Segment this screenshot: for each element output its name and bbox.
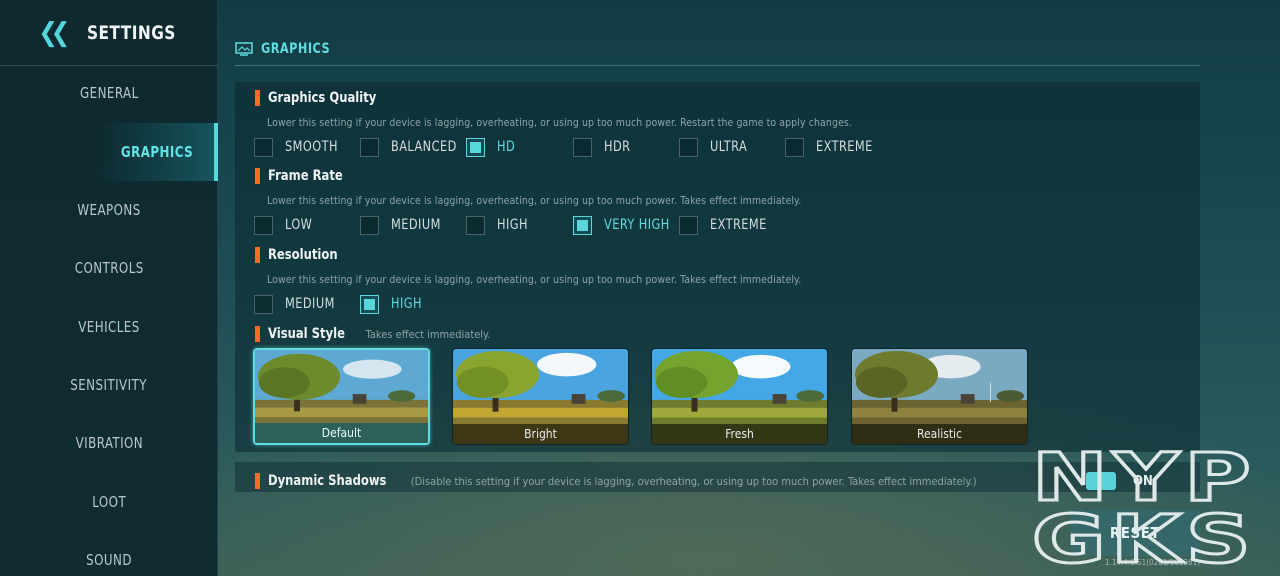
option-hd[interactable]: HD bbox=[466, 136, 517, 158]
checkbox[interactable] bbox=[360, 137, 379, 157]
checkbox[interactable] bbox=[679, 137, 698, 157]
frame-rate-heading: Frame Rate bbox=[255, 168, 349, 184]
checkbox[interactable] bbox=[254, 137, 273, 157]
reset-button[interactable]: RESET bbox=[1070, 510, 1200, 556]
resolution-title: Resolution bbox=[268, 247, 338, 263]
sidebar-item-vehicles[interactable]: VEHICLES bbox=[0, 298, 218, 356]
dynamic-shadows-title: Dynamic Shadows bbox=[268, 473, 387, 489]
sidebar-item-label: LOOT bbox=[92, 493, 126, 511]
dynamic-shadows-heading: Dynamic Shadows (Disable this setting if… bbox=[255, 473, 977, 489]
option-label: VERY HIGH bbox=[604, 217, 670, 233]
option-label: MEDIUM bbox=[285, 296, 335, 312]
graphics-quality-title: Graphics Quality bbox=[268, 90, 377, 106]
option-label: BALANCED bbox=[391, 139, 457, 155]
checkbox[interactable] bbox=[466, 215, 485, 235]
option-extreme[interactable]: EXTREME bbox=[679, 214, 773, 236]
checkbox[interactable] bbox=[360, 215, 379, 235]
option-label: ULTRA bbox=[710, 139, 748, 155]
option-label: LOW bbox=[285, 217, 313, 233]
frame-rate-title: Frame Rate bbox=[268, 168, 343, 184]
sidebar-item-sensitivity[interactable]: SENSITIVITY bbox=[0, 356, 218, 414]
option-hdr[interactable]: HDR bbox=[573, 136, 633, 158]
settings-main: GRAPHICS Graphics Quality Lower this set… bbox=[218, 0, 1280, 576]
option-label: HIGH bbox=[497, 217, 528, 233]
checkbox-checked[interactable] bbox=[466, 137, 485, 157]
sidebar-item-graphics[interactable]: GRAPHICS bbox=[100, 123, 218, 181]
dynamic-shadows-toggle[interactable] bbox=[1086, 472, 1116, 490]
marker-bar bbox=[255, 326, 260, 342]
visual-style-title: Visual Style bbox=[268, 326, 345, 342]
checkbox[interactable] bbox=[785, 137, 804, 157]
option-label: EXTREME bbox=[710, 217, 767, 233]
section-header: GRAPHICS bbox=[235, 38, 1200, 66]
marker-bar bbox=[255, 247, 260, 263]
option-label: MEDIUM bbox=[391, 217, 441, 233]
option-label: HIGH bbox=[391, 296, 422, 312]
frame-rate-description: Lower this setting if your device is lag… bbox=[267, 194, 802, 207]
checkbox[interactable] bbox=[573, 137, 592, 157]
sidebar-item-weapons[interactable]: WEAPONS bbox=[0, 181, 218, 239]
option-medium[interactable]: MEDIUM bbox=[254, 293, 340, 315]
sidebar-item-label: GRAPHICS bbox=[120, 143, 194, 161]
option-balanced[interactable]: BALANCED bbox=[360, 136, 464, 158]
option-smooth[interactable]: SMOOTH bbox=[254, 136, 344, 158]
visual-style-caption: Realistic bbox=[852, 424, 1027, 444]
sidebar-item-label: VIBRATION bbox=[75, 434, 143, 452]
option-label: EXTREME bbox=[816, 139, 873, 155]
visual-style-caption: Default bbox=[255, 423, 428, 443]
visual-style-caption: Bright bbox=[453, 424, 628, 444]
graphics-quality-heading: Graphics Quality bbox=[255, 90, 386, 106]
settings-title: SETTINGS bbox=[87, 21, 177, 44]
back-chevrons-icon[interactable]: ❮❮ bbox=[38, 18, 70, 48]
dynamic-shadows-panel: Dynamic Shadows (Disable this setting if… bbox=[235, 462, 1200, 492]
marker-bar bbox=[255, 473, 260, 489]
option-low[interactable]: LOW bbox=[254, 214, 315, 236]
checkbox-checked[interactable] bbox=[360, 294, 379, 314]
checkbox[interactable] bbox=[254, 294, 273, 314]
visual-style-default[interactable]: Default bbox=[253, 348, 430, 445]
marker-bar bbox=[255, 168, 260, 184]
sidebar-item-sound[interactable]: SOUND bbox=[0, 531, 218, 576]
dynamic-shadows-note: (Disable this setting if your device is … bbox=[410, 474, 977, 488]
option-very-high[interactable]: VERY HIGH bbox=[573, 214, 677, 236]
option-label: HDR bbox=[604, 139, 631, 155]
resolution-heading: Resolution bbox=[255, 247, 344, 263]
option-extreme[interactable]: EXTREME bbox=[785, 136, 879, 158]
sidebar-item-label: GENERAL bbox=[79, 84, 139, 102]
visual-style-note: Takes effect immediately. bbox=[365, 327, 491, 341]
option-label: SMOOTH bbox=[285, 139, 338, 155]
sidebar-item-label: WEAPONS bbox=[77, 201, 141, 219]
checkbox[interactable] bbox=[254, 215, 273, 235]
graphics-settings-panel: Graphics Quality Lower this setting if y… bbox=[235, 82, 1200, 452]
option-high[interactable]: HIGH bbox=[360, 293, 425, 315]
marker-bar bbox=[255, 90, 260, 106]
option-ultra[interactable]: ULTRA bbox=[679, 136, 751, 158]
option-high[interactable]: HIGH bbox=[466, 214, 531, 236]
sidebar-item-label: VEHICLES bbox=[78, 318, 140, 336]
sidebar-item-loot[interactable]: LOOT bbox=[0, 473, 218, 531]
checkbox[interactable] bbox=[679, 215, 698, 235]
option-label: HD bbox=[497, 139, 516, 155]
sidebar-item-label: CONTROLS bbox=[74, 259, 144, 277]
resolution-description: Lower this setting if your device is lag… bbox=[267, 273, 802, 286]
settings-sidebar: ❮❮ SETTINGS GENERAL GRAPHICS WEAPONS CON… bbox=[0, 0, 218, 576]
image-monitor-icon bbox=[235, 42, 253, 56]
version-text: 1.14.4.6.51(0261/101261) bbox=[1105, 558, 1201, 567]
checkbox-checked[interactable] bbox=[573, 215, 592, 235]
option-medium[interactable]: MEDIUM bbox=[360, 214, 446, 236]
toggle-state-label: ON bbox=[1133, 474, 1153, 489]
section-title: GRAPHICS bbox=[261, 41, 331, 57]
sidebar-item-vibration[interactable]: VIBRATION bbox=[0, 414, 218, 472]
settings-header: ❮❮ SETTINGS bbox=[0, 0, 218, 66]
visual-style-bright[interactable]: Bright bbox=[452, 348, 629, 445]
sidebar-item-label: SOUND bbox=[86, 551, 132, 569]
visual-style-realistic[interactable]: Realistic bbox=[851, 348, 1028, 445]
graphics-quality-description: Lower this setting if your device is lag… bbox=[267, 116, 852, 129]
sidebar-item-general[interactable]: GENERAL bbox=[0, 64, 218, 122]
sidebar-item-controls[interactable]: CONTROLS bbox=[0, 239, 218, 297]
visual-style-heading: Visual Style Takes effect immediately. bbox=[255, 326, 490, 342]
visual-style-caption: Fresh bbox=[652, 424, 827, 444]
sidebar-item-label: SENSITIVITY bbox=[70, 376, 148, 394]
visual-style-fresh[interactable]: Fresh bbox=[651, 348, 828, 445]
